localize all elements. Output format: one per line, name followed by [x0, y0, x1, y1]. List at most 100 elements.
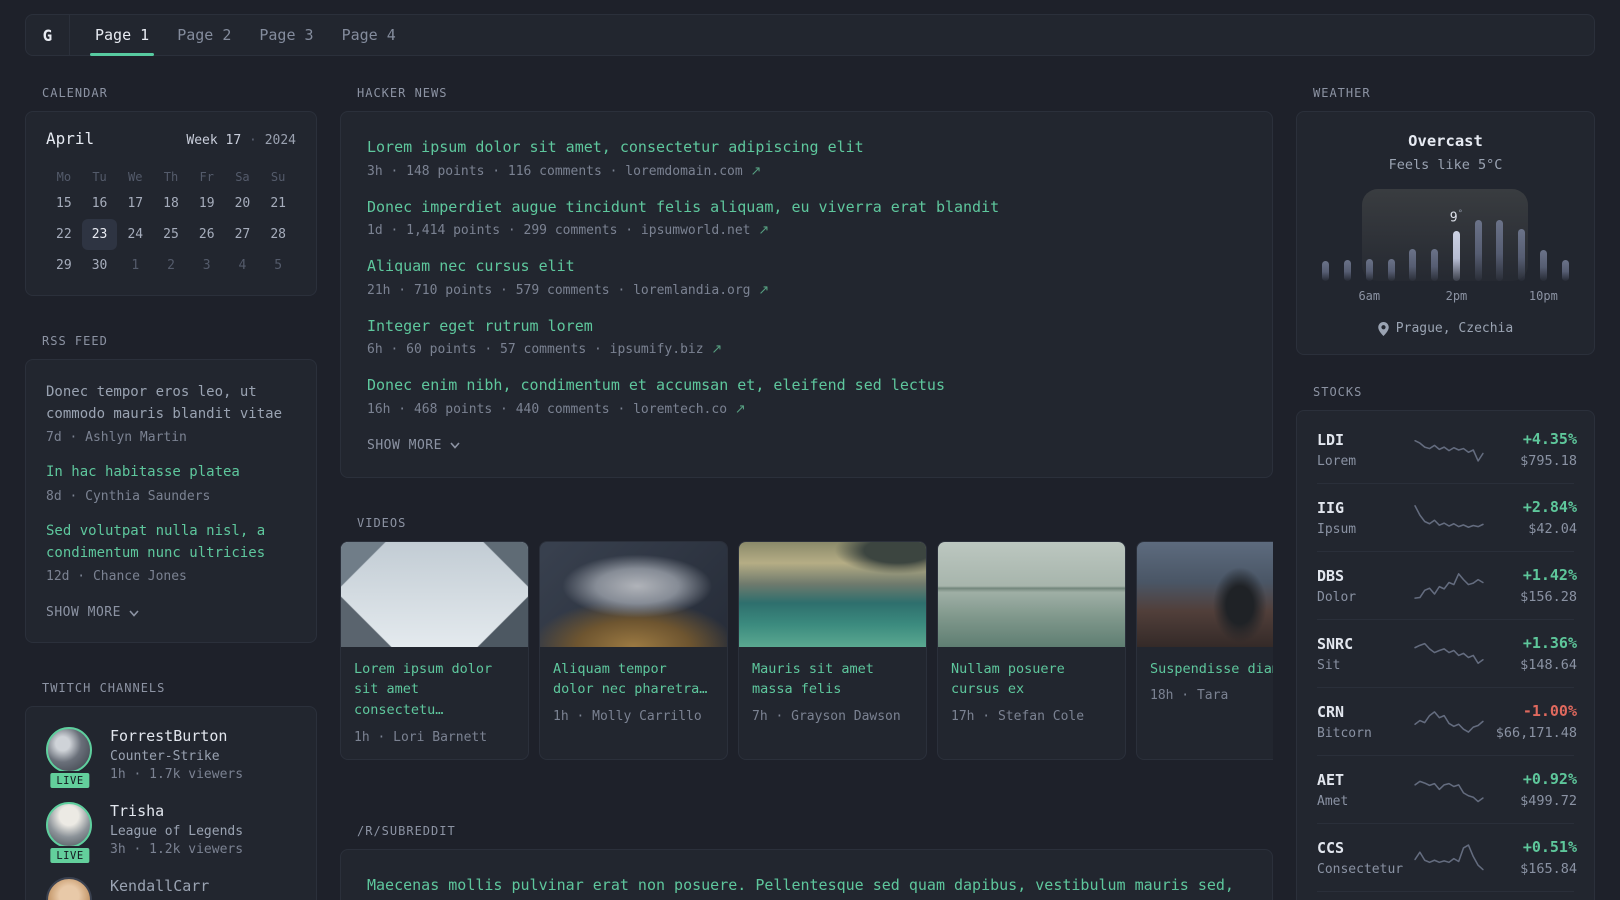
stock-row[interactable]: AHS+0.46%	[1317, 891, 1574, 900]
calendar-day-selected[interactable]: 23	[81, 219, 118, 250]
calendar-day[interactable]: 2	[153, 250, 189, 281]
calendar-day[interactable]: 18	[153, 188, 189, 219]
stock-identity: AET Amet	[1317, 771, 1413, 809]
stock-ticker: DBS	[1317, 566, 1345, 585]
twitch-channel-row[interactable]: LIVE ForrestBurton Counter-Strike 1h · 1.7k…	[46, 727, 296, 791]
stock-row[interactable]: CCS Consectetur +0.51% $165.84	[1317, 823, 1577, 891]
feed-item-title[interactable]: Sed volutpat nulla nisl, a condimentum n…	[46, 521, 296, 564]
feed-item-title[interactable]: Maecenas mollis pulvinar erat non posuer…	[367, 874, 1246, 900]
stock-sparkline	[1413, 433, 1485, 467]
feed-item: Donec imperdiet augue tincidunt felis al…	[367, 196, 1246, 239]
section-header-videos: VIDEOS	[357, 515, 407, 530]
calendar-day[interactable]: 28	[260, 219, 296, 250]
stock-price: $66,171.48	[1495, 725, 1577, 741]
feed-item-title[interactable]: Integer eget rutrum lorem	[367, 315, 1246, 338]
video-card[interactable]: Lorem ipsum dolor sit amet consectetu… 1h…	[340, 540, 529, 761]
twitch-channel-name[interactable]: Trisha	[110, 802, 243, 820]
separator-dot: ·	[249, 133, 257, 148]
stock-row[interactable]: IIG Ipsum +2.84% $42.04	[1317, 483, 1577, 551]
stock-values: +1.42% $156.28	[1485, 566, 1577, 605]
stock-sparkline	[1413, 841, 1485, 875]
video-card[interactable]: Suspendisse diam 18h · Tara	[1136, 540, 1273, 761]
feed-item-meta: 12d · Chance Jones	[46, 569, 296, 584]
calendar-day[interactable]: 26	[189, 219, 225, 250]
calendar-day[interactable]: 22	[46, 219, 82, 250]
video-title[interactable]: Aliquam tempor dolor nec pharetra…	[553, 659, 714, 701]
feed-item-title[interactable]: Donec enim nibh, condimentum et accumsan…	[367, 374, 1246, 397]
video-card-body: Mauris sit amet massa felis 7h · Grayson …	[739, 647, 926, 739]
avatar-wrap	[46, 877, 94, 900]
twitch-channel-name[interactable]: ForrestBurton	[110, 727, 243, 745]
calendar-day[interactable]: 5	[260, 250, 296, 281]
twitch-channel-name[interactable]: KendallCarr	[110, 877, 209, 895]
video-title[interactable]: Lorem ipsum dolor sit amet consectetu…	[354, 659, 515, 722]
weather-bar	[1561, 260, 1569, 281]
stock-row[interactable]: AET Amet +0.92% $499.72	[1317, 755, 1577, 823]
feed-item-title[interactable]: Aliquam nec cursus elit	[367, 255, 1246, 278]
weather-feels-like: Feels like 5°C	[1388, 157, 1503, 173]
calendar-day[interactable]: 20	[225, 188, 261, 219]
stock-row[interactable]: SNRC Sit +1.36% $148.64	[1317, 619, 1577, 687]
stock-row[interactable]: LDI Lorem +4.35% $795.18	[1317, 416, 1577, 483]
weather-bar-slot	[1315, 261, 1337, 281]
twitch-section: TWITCH CHANNELS LIVE ForrestBurton Counter…	[25, 681, 317, 900]
calendar-day[interactable]: 21	[260, 188, 296, 219]
twitch-channel-row[interactable]: LIVE Trisha League of Legends 3h · 1.2k vie…	[46, 802, 296, 866]
show-more-button[interactable]: SHOW MORE	[367, 438, 460, 453]
feed-item-meta: 3h · 148 points · 116 comments · loremdo…	[367, 164, 1246, 179]
stock-row[interactable]: DBS Dolor +1.42% $156.28	[1317, 551, 1577, 619]
feed-item-title[interactable]: Lorem ipsum dolor sit amet, consectetur …	[367, 136, 1246, 159]
video-card-body: Lorem ipsum dolor sit amet consectetu… 1h…	[341, 647, 528, 760]
calendar-day[interactable]: 29	[46, 250, 82, 281]
show-more-button[interactable]: SHOW MORE	[46, 605, 139, 620]
calendar-day-grid: 15 16 17 18 19 20 21 22 23 24 25 26 27 28 29 30 1 2 3 4 5	[46, 188, 296, 281]
stock-ticker: IIG	[1317, 498, 1345, 517]
video-card[interactable]: Nullam posuere cursus ex 17h · Stefan Col…	[937, 540, 1126, 761]
feed-item-title[interactable]: Donec imperdiet augue tincidunt felis al…	[367, 196, 1246, 219]
calendar-day[interactable]: 15	[46, 188, 82, 219]
feed-item-title[interactable]: Donec tempor eros leo, ut commodo mauris…	[46, 382, 296, 425]
stock-ticker: SNRC	[1317, 634, 1354, 653]
show-more-label: SHOW MORE	[46, 605, 121, 621]
weather-condition: Overcast	[1408, 132, 1483, 150]
calendar-day[interactable]: 19	[189, 188, 225, 219]
weather-time-label: 10pm	[1528, 289, 1558, 303]
weather-bar	[1474, 220, 1482, 281]
weather-bar	[1518, 229, 1526, 281]
calendar-day[interactable]: 30	[82, 250, 118, 281]
video-card[interactable]: Mauris sit amet massa felis 7h · Grayson …	[738, 540, 927, 761]
weather-bar-slot	[1424, 249, 1446, 281]
calendar-day[interactable]: 16	[82, 188, 118, 219]
feed-item-meta: 8d · Cynthia Saunders	[46, 489, 296, 504]
tab-page-1[interactable]: Page 1	[89, 15, 155, 56]
stock-company: Lorem	[1317, 453, 1357, 469]
calendar-day[interactable]: 1	[117, 250, 153, 281]
external-link-icon: ↗	[758, 223, 770, 238]
twitch-channel-row[interactable]: KendallCarr	[46, 877, 296, 900]
calendar-day[interactable]: 25	[153, 219, 189, 250]
tab-page-2[interactable]: Page 2	[176, 15, 232, 55]
stock-company: Dolor	[1317, 589, 1357, 605]
stock-row[interactable]: CRN Bitcorn -1.00% $66,171.48	[1317, 687, 1577, 755]
feed-item-meta-text: 1d · 1,414 points · 299 comments · ipsum…	[367, 223, 751, 238]
tab-page-4[interactable]: Page 4	[341, 15, 397, 55]
app-logo[interactable]: G	[26, 15, 70, 55]
calendar-day[interactable]: 3	[189, 250, 225, 281]
stock-ticker: CRN	[1317, 702, 1345, 721]
calendar-day[interactable]: 17	[117, 188, 153, 219]
video-title[interactable]: Mauris sit amet massa felis	[752, 659, 913, 701]
feed-item-title[interactable]: In hac habitasse platea	[46, 462, 296, 484]
section-header-rss: RSS FEED	[42, 334, 108, 348]
avatar-wrap: LIVE	[46, 802, 94, 866]
video-title[interactable]: Suspendisse diam	[1150, 659, 1273, 680]
calendar-day[interactable]: 27	[225, 219, 261, 250]
weather-bar	[1322, 261, 1330, 281]
feed-item-meta-text: 7d · Ashlyn Martin	[46, 430, 187, 446]
calendar-day[interactable]: 4	[225, 250, 261, 281]
stock-change: +4.35%	[1522, 430, 1577, 448]
video-card[interactable]: Aliquam tempor dolor nec pharetra… 1h · M…	[539, 540, 728, 761]
stock-values: +4.35% $795.18	[1485, 430, 1577, 469]
video-title[interactable]: Nullam posuere cursus ex	[951, 659, 1112, 701]
tab-page-3[interactable]: Page 3	[258, 15, 314, 55]
calendar-day[interactable]: 24	[117, 219, 153, 250]
